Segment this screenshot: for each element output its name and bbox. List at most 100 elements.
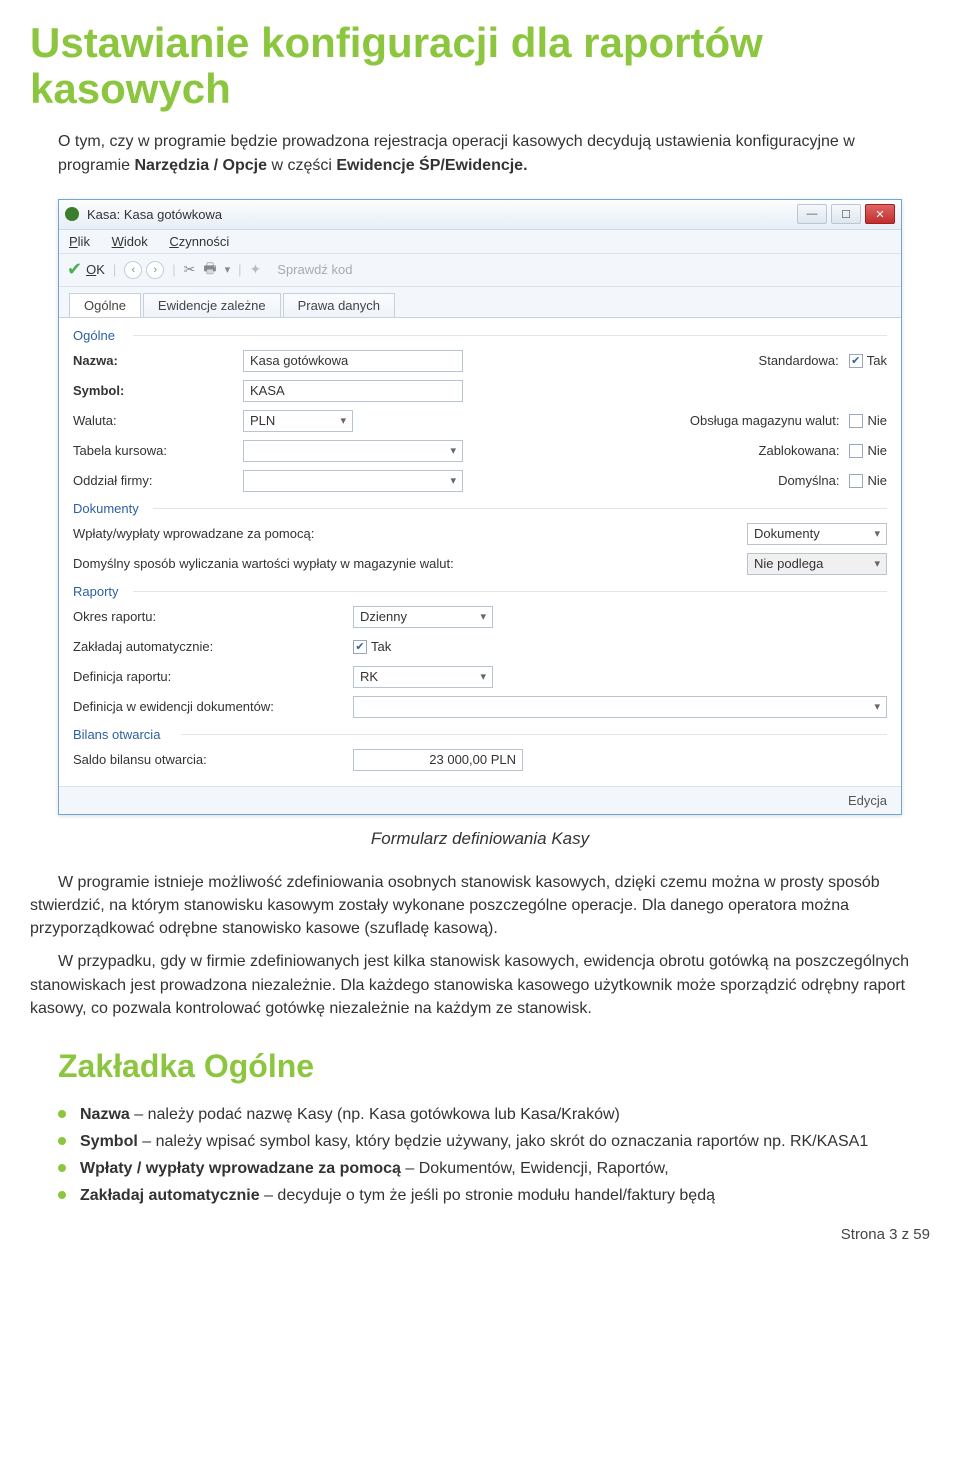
body-paragraph-2: W przypadku, gdy w firmie zdefiniowanych… (30, 950, 930, 1020)
domyslna-checkbox[interactable]: Nie (849, 473, 887, 488)
intro-bold-1: Narzędzia / Opcje (134, 157, 267, 174)
label-saldo: Saldo bilansu otwarcia: (73, 752, 353, 767)
toolbar-separator: | (172, 262, 175, 277)
tool-bar: ✔ OK | ‹ › | ✂ 🖶 ▾ | ✦ Sprawdź kod (59, 254, 901, 287)
ok-button[interactable]: ✔ OK (67, 259, 105, 280)
page-title: Ustawianie konfiguracji dla raportów kas… (30, 20, 930, 112)
intro-text-2: w części (271, 157, 336, 174)
fieldset-bilans: Bilans otwarcia Saldo bilansu otwarcia: (73, 727, 887, 772)
nav-arrows: ‹ › (124, 261, 164, 279)
menu-bar: Plik Widok Czynności (59, 230, 901, 254)
page-footer: Strona 3 z 59 (30, 1226, 930, 1243)
list-item: Symbol – należy wpisać symbol kasy, któr… (58, 1130, 930, 1153)
tab-ogolne[interactable]: Ogólne (69, 293, 141, 317)
window-controls: — ☐ ✕ (797, 204, 895, 224)
list-item-text: – należy wpisać symbol kasy, który będzi… (138, 1133, 868, 1150)
tab-prawa[interactable]: Prawa danych (283, 293, 395, 317)
label-wplaty: Wpłaty/wypłaty wprowadzane za pomocą: (73, 526, 523, 541)
app-window: Kasa: Kasa gotówkowa — ☐ ✕ Plik Widok Cz… (58, 199, 902, 815)
checkbox-icon: ✔ (353, 640, 367, 654)
zakladaj-value: Tak (371, 639, 391, 654)
tools-button[interactable]: ✂ (184, 261, 196, 278)
maximize-button[interactable]: ☐ (831, 204, 861, 224)
checkbox-icon (849, 474, 863, 488)
label-standardowa: Standardowa: (759, 353, 839, 368)
fieldset-raporty: Raporty Okres raportu: Dzienny Zakładaj … (73, 584, 887, 719)
list-item-bold: Wpłaty / wypłaty wprowadzane za pomocą (80, 1160, 401, 1177)
sprawdz-kod-button[interactable]: Sprawdź kod (277, 262, 352, 277)
obsluga-checkbox[interactable]: Nie (849, 413, 887, 428)
bullets-list: Nazwa – należy podać nazwę Kasy (np. Kas… (30, 1103, 930, 1208)
label-okres: Okres raportu: (73, 609, 353, 624)
label-oddzial: Oddział firmy: (73, 473, 243, 488)
print-button[interactable]: 🖶 (203, 258, 216, 282)
obsluga-value: Nie (867, 413, 887, 428)
definicja-ew-select[interactable] (353, 696, 887, 718)
minimize-button[interactable]: — (797, 204, 827, 224)
tab-strip: Ogólne Ewidencje zależne Prawa danych (59, 287, 901, 317)
nav-back-button[interactable]: ‹ (124, 261, 142, 279)
label-tabela: Tabela kursowa: (73, 443, 243, 458)
zablokowana-checkbox[interactable]: Nie (849, 443, 887, 458)
intro-bold-2: Ewidencje ŚP/Ewidencje. (336, 157, 527, 174)
close-button[interactable]: ✕ (865, 204, 895, 224)
list-item: Wpłaty / wypłaty wprowadzane za pomocą –… (58, 1157, 930, 1180)
window-title: Kasa: Kasa gotówkowa (87, 207, 222, 222)
saldo-input[interactable] (353, 749, 523, 771)
list-item-text: – decyduje o tym że jeśli po stronie mod… (260, 1187, 715, 1204)
section-label-bilans: Bilans otwarcia (73, 727, 887, 742)
check-icon: ✔ (67, 259, 82, 280)
toolbar-dropdown-icon[interactable]: ▾ (225, 263, 231, 276)
label-definicja: Definicja raportu: (73, 669, 353, 684)
section-label-ogolne: Ogólne (73, 328, 887, 343)
body-paragraph-1: W programie istnieje możliwość zdefiniow… (30, 871, 930, 941)
app-icon (65, 207, 79, 221)
label-waluta: Waluta: (73, 413, 243, 428)
menu-widok[interactable]: Widok (112, 234, 148, 249)
section-heading-ogolne: Zakładka Ogólne (58, 1048, 930, 1085)
form-body: Ogólne Nazwa: Standardowa: ✔ Tak Symbol:… (59, 317, 901, 786)
label-obsluga: Obsługa magazynu walut: (690, 413, 840, 428)
label-definicja-ew: Definicja w ewidencji dokumentów: (73, 699, 353, 714)
zakladaj-checkbox[interactable]: ✔ Tak (353, 639, 391, 654)
nav-forward-button[interactable]: › (146, 261, 164, 279)
wand-icon[interactable]: ✦ (250, 261, 262, 278)
fieldset-dokumenty: Dokumenty Wpłaty/wypłaty wprowadzane za … (73, 501, 887, 576)
checkbox-icon (849, 414, 863, 428)
label-zablokowana: Zablokowana: (759, 443, 840, 458)
status-text: Edycja (848, 793, 887, 808)
label-zakladaj: Zakładaj automatycznie: (73, 639, 353, 654)
toolbar-separator: | (113, 262, 116, 277)
ok-label: OK (86, 262, 105, 277)
status-bar: Edycja (59, 786, 901, 814)
symbol-input[interactable] (243, 380, 463, 402)
nazwa-input[interactable] (243, 350, 463, 372)
domyslna-value: Nie (867, 473, 887, 488)
okres-select[interactable]: Dzienny (353, 606, 493, 628)
label-nazwa: Nazwa: (73, 353, 243, 368)
oddzial-select[interactable] (243, 470, 463, 492)
list-item: Nazwa – należy podać nazwę Kasy (np. Kas… (58, 1103, 930, 1126)
standardowa-checkbox[interactable]: ✔ Tak (849, 353, 887, 368)
checkbox-icon: ✔ (849, 354, 863, 368)
definicja-select[interactable]: RK (353, 666, 493, 688)
sposob-select: Nie podlega (747, 553, 887, 575)
list-item-bold: Zakładaj automatycznie (80, 1187, 260, 1204)
figure-caption: Formularz definiowania Kasy (30, 829, 930, 849)
list-item: Zakładaj automatycznie – decyduje o tym … (58, 1184, 930, 1207)
label-domyslna: Domyślna: (778, 473, 839, 488)
list-item-text: – należy podać nazwę Kasy (np. Kasa gotó… (130, 1106, 620, 1123)
menu-czynnosci[interactable]: Czynności (169, 234, 229, 249)
title-bar: Kasa: Kasa gotówkowa — ☐ ✕ (59, 200, 901, 230)
zablokowana-value: Nie (867, 443, 887, 458)
menu-plik[interactable]: Plik (69, 234, 90, 249)
checkbox-icon (849, 444, 863, 458)
tab-ewidencje[interactable]: Ewidencje zależne (143, 293, 281, 317)
tabela-select[interactable] (243, 440, 463, 462)
section-label-dokumenty: Dokumenty (73, 501, 887, 516)
list-item-bold: Symbol (80, 1133, 138, 1150)
fieldset-ogolne: Ogólne Nazwa: Standardowa: ✔ Tak Symbol:… (73, 328, 887, 493)
label-symbol: Symbol: (73, 383, 243, 398)
waluta-select[interactable]: PLN (243, 410, 353, 432)
wplaty-select[interactable]: Dokumenty (747, 523, 887, 545)
